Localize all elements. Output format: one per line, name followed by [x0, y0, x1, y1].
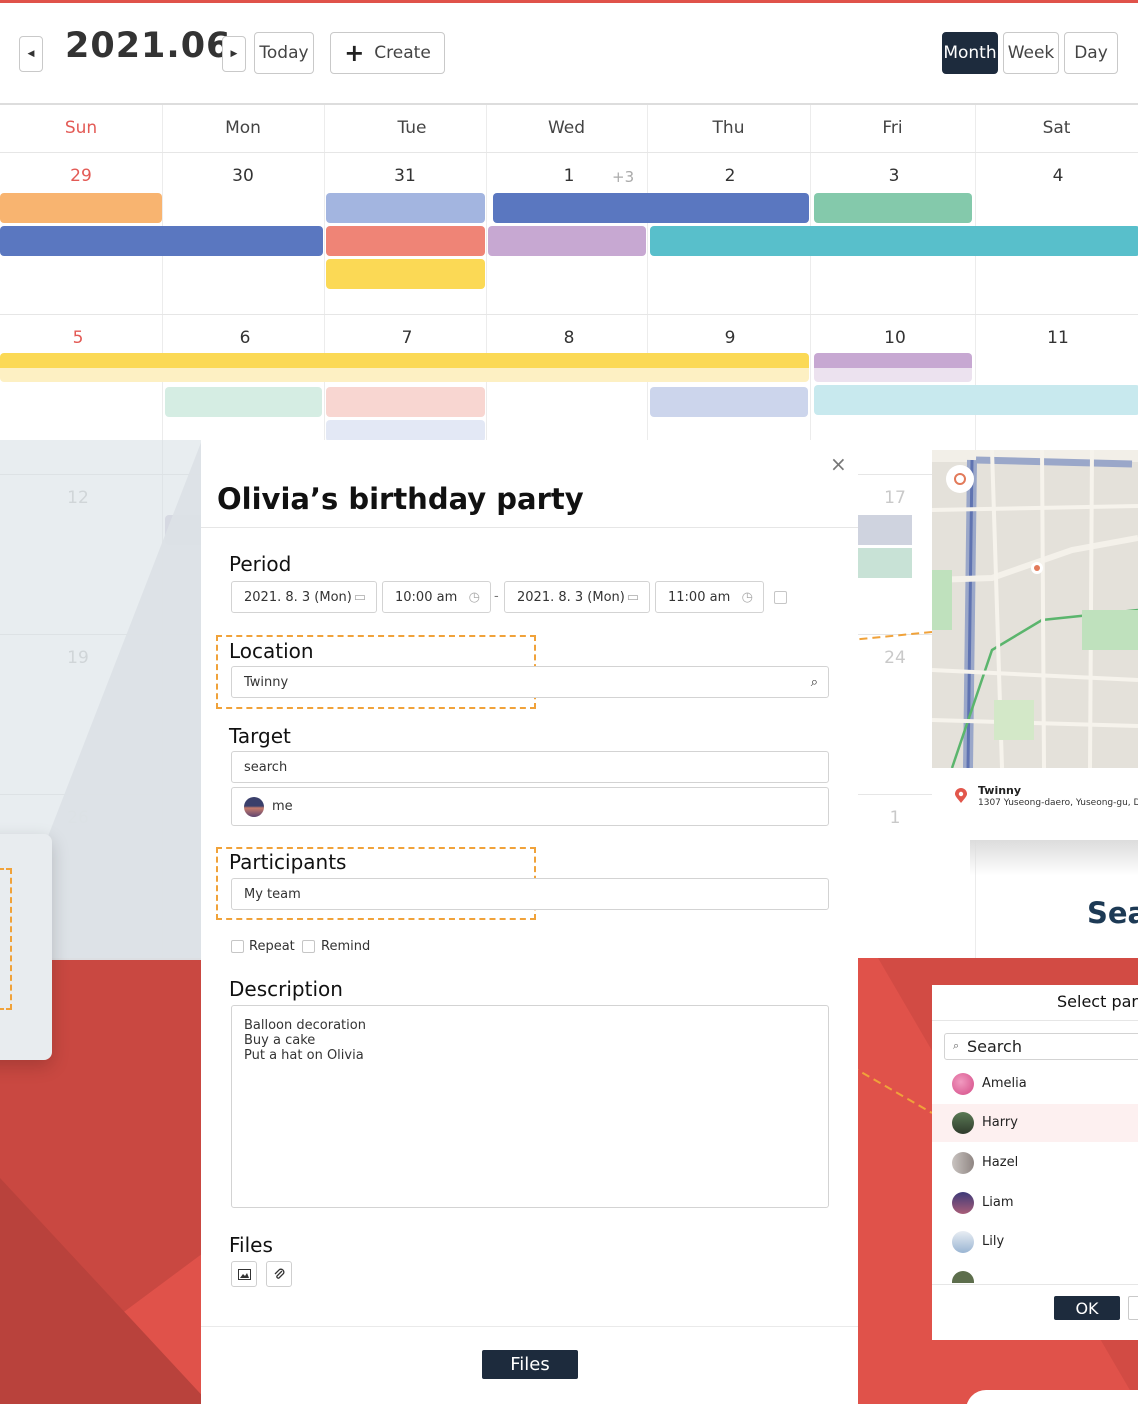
map-graphic — [932, 450, 1138, 768]
place-address: 1307 Yuseong-daero, Yuseong-gu, D — [978, 798, 1138, 808]
picker-search-text: Search — [967, 1037, 1022, 1056]
search-icon[interactable]: ⌕ — [811, 675, 818, 690]
start-time-value: 10:00 am — [395, 589, 458, 605]
search-icon: ⌕ — [953, 1039, 960, 1052]
file-attach-button[interactable] — [266, 1261, 292, 1287]
end-date-value: 2021. 8. 3 (Mon) — [517, 589, 625, 605]
start-time-field[interactable]: 10:00 am ◷ — [382, 581, 491, 613]
all-day-checkbox[interactable] — [774, 591, 787, 604]
picker-title: Select pari — [1057, 992, 1138, 1011]
avatar — [244, 796, 264, 817]
paperclip-icon — [274, 1268, 285, 1279]
participant-row[interactable]: Amelia — [932, 1065, 1138, 1103]
place-info: Twinny 1307 Yuseong-daero, Yuseong-gu, D — [932, 768, 1138, 840]
participants-label: Participants — [229, 850, 347, 874]
repeat-checkbox[interactable] — [231, 940, 244, 953]
close-icon[interactable]: × — [830, 452, 847, 476]
participant-row[interactable]: Hazel — [932, 1144, 1138, 1182]
target-me[interactable]: me — [272, 799, 293, 814]
target-search-text: search — [244, 759, 288, 775]
participant-name: Liam — [982, 1195, 1014, 1210]
end-time-field[interactable]: 11:00 am ◷ — [655, 581, 764, 613]
avatar — [952, 1073, 974, 1095]
image-icon — [237, 1268, 251, 1280]
description-textarea[interactable]: Balloon decoration Buy a cake Put a hat … — [231, 1005, 829, 1208]
remind-label: Remind — [321, 939, 371, 954]
image-attach-button[interactable] — [231, 1261, 257, 1287]
participant-row[interactable]: Liam — [932, 1184, 1138, 1222]
picker-search-input[interactable]: ⌕ Search — [944, 1033, 1138, 1060]
partial-heading: Sea — [1087, 896, 1138, 930]
target-search-input[interactable]: search — [231, 751, 829, 783]
place-name: Twinny — [978, 784, 1022, 797]
participant-row[interactable]: Lily — [932, 1223, 1138, 1261]
avatar — [952, 1231, 974, 1253]
participant-name: Amelia — [982, 1076, 1027, 1091]
files-label: Files — [229, 1233, 273, 1257]
calendar-icon: ▭ — [626, 590, 639, 605]
files-button[interactable]: Files — [482, 1350, 578, 1379]
start-date-field[interactable]: 2021. 8. 3 (Mon) ▭ — [231, 581, 377, 613]
location-input[interactable]: Twinny ⌕ — [231, 666, 829, 698]
clock-icon: ◷ — [468, 590, 480, 605]
end-time-value: 11:00 am — [668, 589, 731, 605]
decorative-pill — [966, 1390, 1138, 1404]
event-title: Olivia’s birthday party — [217, 482, 584, 516]
target-label: Target — [229, 724, 291, 748]
repeat-label: Repeat — [249, 939, 295, 954]
participant-name: Lily — [982, 1234, 1005, 1249]
description-line: Buy a cake — [244, 1033, 316, 1048]
calendar-icon: ▭ — [353, 590, 366, 605]
map-pin-icon — [955, 788, 967, 803]
avatar — [952, 1152, 974, 1174]
participants-value: My team — [244, 886, 301, 902]
participant-name: Hazel — [982, 1155, 1019, 1170]
participant-name: Harry — [982, 1115, 1018, 1130]
calendar-screen: ◀ 2021.06 ▶ Today + Create Month Week Da… — [0, 0, 1138, 1404]
description-label: Description — [229, 977, 343, 1001]
location-map[interactable] — [932, 450, 1138, 768]
avatar — [952, 1112, 974, 1134]
participant-row[interactable]: Harry — [932, 1104, 1138, 1142]
ok-button[interactable]: OK — [1054, 1296, 1120, 1320]
location-label: Location — [229, 639, 314, 663]
location-value: Twinny — [244, 674, 289, 690]
avatar — [952, 1192, 974, 1214]
period-label: Period — [229, 552, 292, 576]
cancel-button[interactable] — [1128, 1296, 1138, 1320]
target-list: me — [231, 787, 829, 826]
period-separator: - — [494, 589, 499, 604]
description-line: Put a hat on Olivia — [244, 1048, 364, 1063]
participants-input[interactable]: My team — [231, 878, 829, 910]
description-line: Balloon decoration — [244, 1018, 366, 1033]
clock-icon: ◷ — [741, 590, 753, 605]
remind-checkbox[interactable] — [302, 940, 315, 953]
end-date-field[interactable]: 2021. 8. 3 (Mon) ▭ — [504, 581, 650, 613]
start-date-value: 2021. 8. 3 (Mon) — [244, 589, 352, 605]
